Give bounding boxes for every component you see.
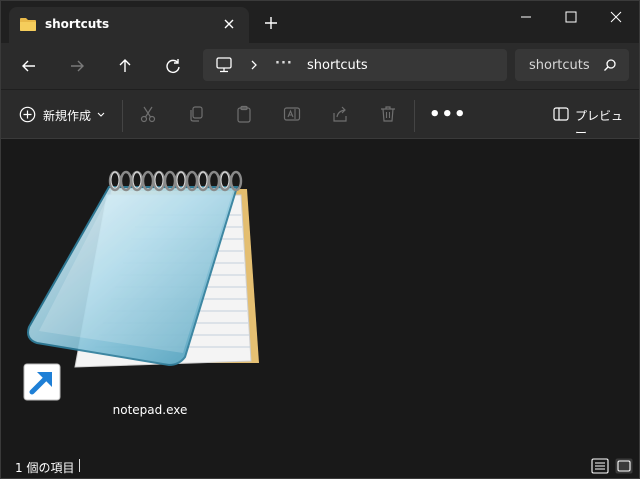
chevron-down-icon [97, 112, 105, 117]
plus-circle-icon [19, 106, 36, 123]
chevron-right-icon[interactable] [249, 59, 259, 71]
preview-pane-icon [553, 107, 569, 121]
share-icon[interactable] [331, 105, 349, 123]
new-button[interactable]: 新規作成 [15, 102, 111, 128]
up-arrow-icon[interactable] [114, 55, 136, 77]
item-count: 1 個の項目 [15, 461, 75, 475]
paste-icon[interactable] [235, 105, 253, 123]
search-box[interactable]: shortcuts [515, 49, 629, 81]
forward-arrow-icon[interactable] [66, 55, 88, 77]
navigation-bar: ··· shortcuts shortcuts [1, 43, 639, 89]
folder-icon [20, 18, 36, 31]
status-bar: 1 個の項目 [1, 453, 639, 478]
address-bar[interactable]: ··· shortcuts [203, 49, 507, 81]
command-bar: 新規作成 ••• プレビュー [1, 89, 639, 140]
minimize-icon[interactable] [504, 5, 548, 29]
status-divider [79, 459, 80, 472]
refresh-icon[interactable] [162, 55, 184, 77]
file-name: notepad.exe [112, 403, 188, 417]
search-icon[interactable] [603, 58, 617, 72]
see-more-button[interactable]: ••• [429, 104, 467, 125]
file-list-area[interactable]: notepad.exe [1, 139, 639, 453]
divider [122, 100, 123, 132]
maximize-icon[interactable] [549, 5, 593, 29]
address-overflow[interactable]: ··· [275, 56, 293, 71]
shortcut-arrow-icon [23, 363, 61, 401]
rename-icon[interactable] [283, 105, 301, 123]
title-bar: shortcuts [1, 1, 639, 43]
back-arrow-icon[interactable] [18, 55, 40, 77]
copy-icon[interactable] [187, 105, 205, 123]
close-window-icon[interactable] [594, 5, 638, 29]
delete-icon[interactable] [379, 105, 397, 123]
preview-label: プレビュー [575, 109, 624, 140]
cut-icon[interactable] [139, 105, 157, 123]
tab-shortcuts[interactable]: shortcuts [9, 7, 249, 43]
address-segment-shortcuts[interactable]: shortcuts [307, 58, 368, 73]
file-item[interactable]: notepad.exe [15, 161, 267, 421]
this-pc-icon[interactable] [215, 57, 233, 73]
new-tab-icon[interactable] [263, 15, 279, 31]
preview-button[interactable]: プレビュー [551, 104, 631, 140]
new-button-label: 新規作成 [43, 109, 92, 123]
close-tab-icon[interactable] [221, 16, 237, 32]
large-icons-view-icon[interactable] [615, 458, 633, 474]
details-view-icon[interactable] [591, 458, 609, 474]
search-input[interactable]: shortcuts [529, 58, 599, 73]
file-explorer-window: shortcuts ··· shortcuts shortcuts 新規作成 •… [0, 0, 640, 479]
divider [414, 100, 415, 132]
tab-title: shortcuts [45, 17, 110, 31]
